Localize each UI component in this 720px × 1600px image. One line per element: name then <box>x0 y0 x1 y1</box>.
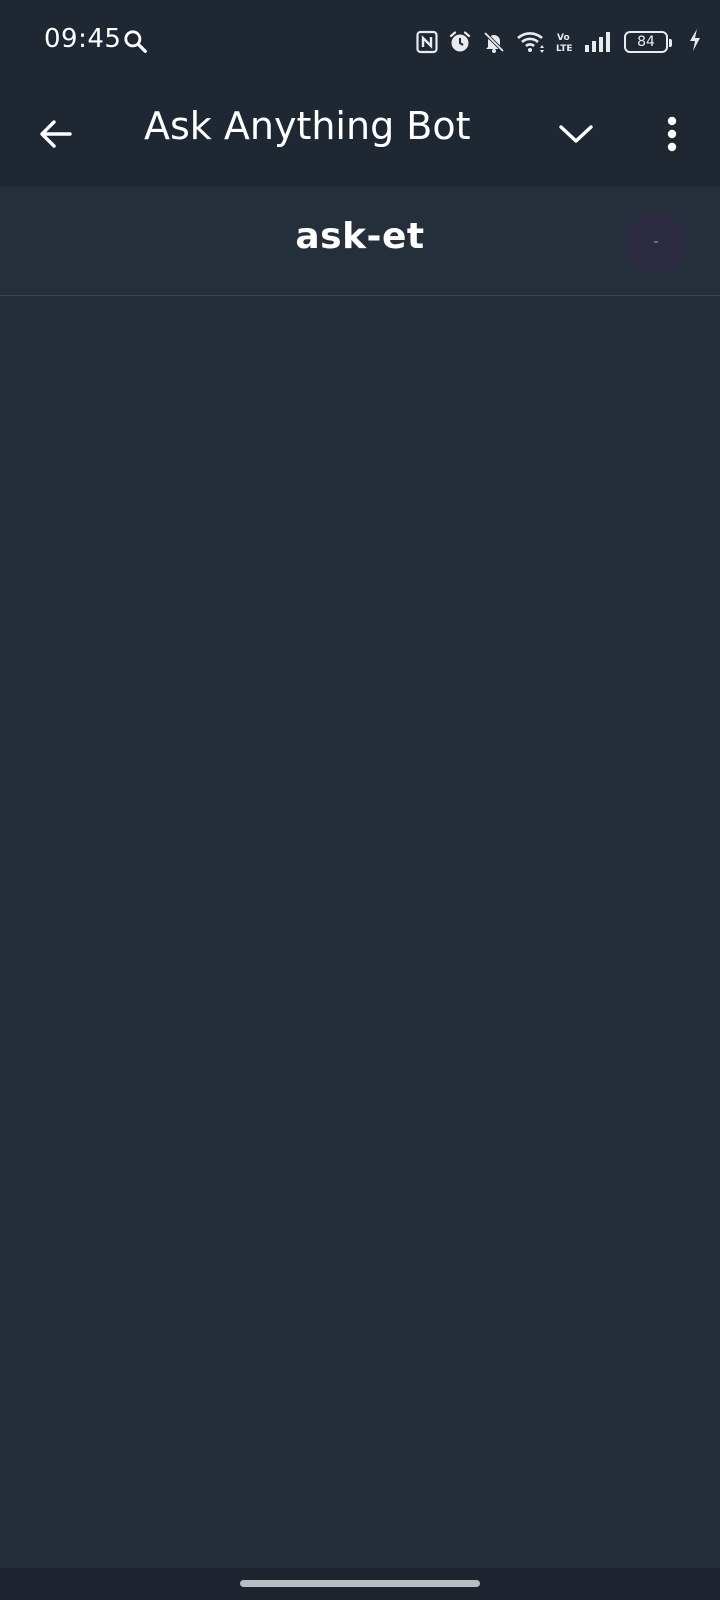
gesture-handle[interactable] <box>240 1580 480 1587</box>
alarm-icon <box>449 31 471 52</box>
svg-text:Vo: Vo <box>557 33 570 43</box>
chevron-down-icon <box>559 125 593 143</box>
navigation-bar <box>0 1568 720 1600</box>
battery-level: 84 <box>637 34 655 50</box>
signal-icon <box>585 32 610 52</box>
message-list[interactable] <box>0 296 720 1568</box>
back-button[interactable] <box>30 108 82 160</box>
app-bar: Ask Anything Bot <box>0 84 720 186</box>
dropdown-button[interactable] <box>548 108 604 160</box>
nfc-icon <box>416 30 438 54</box>
status-bar: 09:45 Vo LTE 84 <box>0 0 720 84</box>
channel-badge[interactable]: - <box>626 212 686 272</box>
search-icon <box>124 30 147 53</box>
channel-header: ask-et - <box>0 186 720 296</box>
svg-text:LTE: LTE <box>556 44 573 54</box>
wifi-icon <box>517 32 544 53</box>
arrow-left-icon <box>40 120 72 148</box>
more-options-button[interactable] <box>648 106 696 162</box>
status-time: 09:45 <box>44 24 122 54</box>
bell-off-icon <box>483 31 505 53</box>
volte-icon: Vo LTE <box>556 33 573 54</box>
more-vert-icon <box>667 116 677 152</box>
battery-icon: 84 <box>624 31 672 53</box>
chat-screen: 09:45 Vo LTE 84 Ask Anything Bot ask-et … <box>0 0 720 1600</box>
page-title[interactable]: Ask Anything Bot <box>144 104 471 148</box>
status-icons: Vo LTE 84 <box>416 26 672 58</box>
channel-name[interactable]: ask-et <box>0 216 720 257</box>
charging-icon <box>690 29 700 51</box>
